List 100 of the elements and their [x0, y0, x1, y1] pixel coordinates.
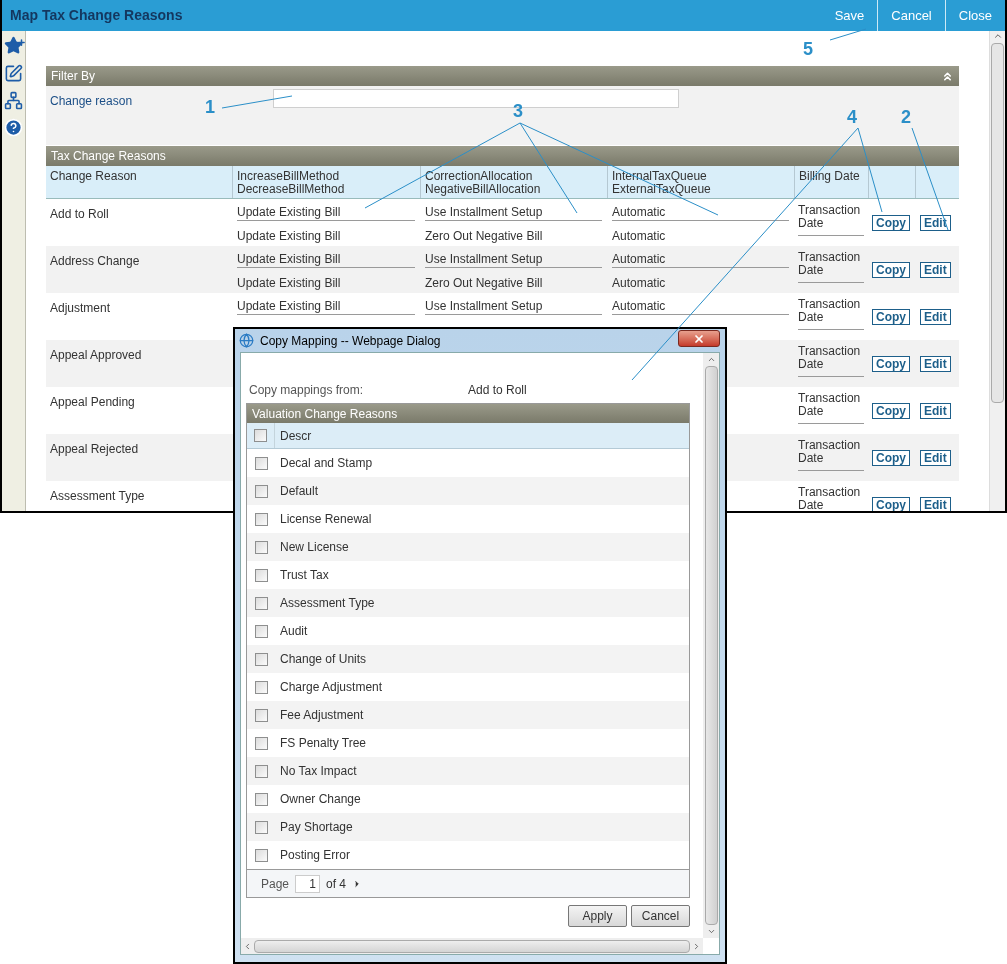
list-item-label: Decal and Stamp [280, 455, 373, 472]
scroll-up-icon[interactable] [706, 355, 716, 364]
edit-button[interactable]: Edit [920, 262, 951, 278]
table-cell-text: Automatic [612, 274, 667, 292]
field-value: Add to Roll [468, 382, 527, 399]
checkbox[interactable] [254, 512, 268, 526]
section-title: Valuation Change Reasons [252, 405, 398, 423]
table-cell: Appeal Approved [50, 348, 142, 362]
collapse-icon[interactable] [941, 69, 954, 83]
page-total: of 4 [326, 875, 347, 893]
copy-button[interactable]: Copy [872, 450, 910, 466]
edit-button[interactable]: Edit [920, 403, 951, 419]
copy-button[interactable]: Copy [872, 262, 910, 278]
list-item-label: Fee Adjustment [280, 707, 364, 724]
favorite-add-icon[interactable] [3, 36, 24, 56]
table-cell: Transaction Date [798, 298, 864, 330]
table-cell: Transaction Date [798, 204, 864, 236]
hierarchy-icon[interactable] [4, 91, 23, 110]
checkbox[interactable] [254, 624, 268, 638]
table-cell: Transaction Date [798, 439, 864, 471]
list-item-label: Assessment Type [280, 595, 375, 612]
table-cell: Update Existing Bill [237, 293, 415, 315]
dialog-title: Copy Mapping -- Webpage Dialog [260, 332, 441, 350]
table-cell: Automatic [612, 246, 789, 268]
leader-line [829, 28, 867, 41]
table-cell-text: Automatic [612, 227, 667, 245]
list-item-label: Default [280, 483, 319, 500]
checkbox[interactable] [254, 429, 267, 442]
table-cell: Transaction Date [798, 486, 864, 511]
scroll-right-icon[interactable] [692, 941, 701, 951]
copy-button[interactable]: Copy [872, 403, 910, 419]
list-item-label: FS Penalty Tree [280, 735, 367, 752]
edit-button[interactable]: Edit [920, 497, 951, 511]
scroll-left-icon[interactable] [243, 941, 252, 951]
list-item-label: Pay Shortage [280, 819, 353, 836]
callout-number: 5 [803, 40, 813, 58]
table-cell: Adjustment [50, 301, 111, 315]
checkbox[interactable] [254, 652, 268, 666]
dialog-button[interactable]: Cancel [631, 905, 690, 927]
table-cell-text: Zero Out Negative Bill [425, 274, 544, 292]
checkbox[interactable] [254, 792, 268, 806]
scroll-up-icon[interactable] [992, 31, 1003, 41]
checkbox[interactable] [254, 680, 268, 694]
table-cell: Update Existing Bill [237, 199, 415, 221]
list-item-label: Trust Tax [280, 567, 329, 584]
checkbox[interactable] [254, 764, 268, 778]
window-title: Map Tax Change Reasons [10, 6, 183, 25]
dialog-button[interactable]: Apply [568, 905, 627, 927]
table-cell: Transaction Date [798, 392, 864, 424]
checkbox[interactable] [254, 736, 268, 750]
table-cell: Assessment Type [50, 489, 145, 503]
table-cell: Update Existing Bill [237, 246, 415, 268]
checkbox[interactable] [254, 820, 268, 834]
column-header: Change Reason [49, 168, 138, 185]
table-cell: Transaction Date [798, 345, 864, 377]
list-item-label: License Renewal [280, 511, 372, 528]
table-cell-text: Update Existing Bill [237, 274, 342, 292]
field-label: Change reason [50, 94, 133, 108]
column-header: Descr [280, 427, 312, 445]
column-header: CorrectionAllocation NegativeBillAllocation [420, 166, 607, 198]
scroll-down-icon[interactable] [706, 927, 716, 936]
edit-icon[interactable] [4, 64, 23, 83]
checkbox[interactable] [254, 540, 268, 554]
help-icon[interactable] [4, 118, 23, 137]
table-cell: Use Installment Setup [425, 293, 602, 315]
section-title: Filter By [51, 68, 95, 85]
checkbox[interactable] [254, 596, 268, 610]
table-cell: Transaction Date [798, 251, 864, 283]
checkbox[interactable] [254, 568, 268, 582]
edit-button[interactable]: Edit [920, 309, 951, 325]
checkbox[interactable] [254, 484, 268, 498]
table-cell: Use Installment Setup [425, 246, 602, 268]
copy-button[interactable]: Copy [872, 497, 910, 511]
field-label: Copy mappings from: [249, 382, 365, 399]
edit-button[interactable]: Edit [920, 356, 951, 372]
callout-number: 4 [847, 108, 857, 126]
table-cell: Automatic [612, 293, 789, 315]
copy-button[interactable]: Copy [872, 356, 910, 372]
checkbox[interactable] [254, 456, 268, 470]
pager-label: Page [261, 875, 290, 893]
close-button[interactable] [678, 330, 720, 347]
checkbox[interactable] [254, 848, 268, 862]
checkbox[interactable] [254, 708, 268, 722]
horizontal-scrollbar[interactable] [241, 938, 703, 954]
callout-number: 2 [901, 108, 911, 126]
callout-number: 3 [513, 102, 523, 120]
edit-button[interactable]: Edit [920, 215, 951, 231]
table-cell: Add to Roll [50, 207, 109, 221]
table-cell: Automatic [612, 199, 789, 221]
table-cell: Use Installment Setup [425, 199, 602, 221]
list-item-label: Posting Error [280, 847, 351, 864]
edit-button[interactable]: Edit [920, 450, 951, 466]
list-item-label: No Tax Impact [280, 763, 357, 780]
copy-button[interactable]: Copy [872, 309, 910, 325]
table-cell: Appeal Pending [50, 395, 135, 409]
close-icon [693, 332, 705, 345]
list-item-label: Owner Change [280, 791, 361, 808]
callout-number: 1 [205, 98, 215, 116]
copy-button[interactable]: Copy [872, 215, 910, 231]
page-input[interactable]: 1 [295, 874, 321, 893]
